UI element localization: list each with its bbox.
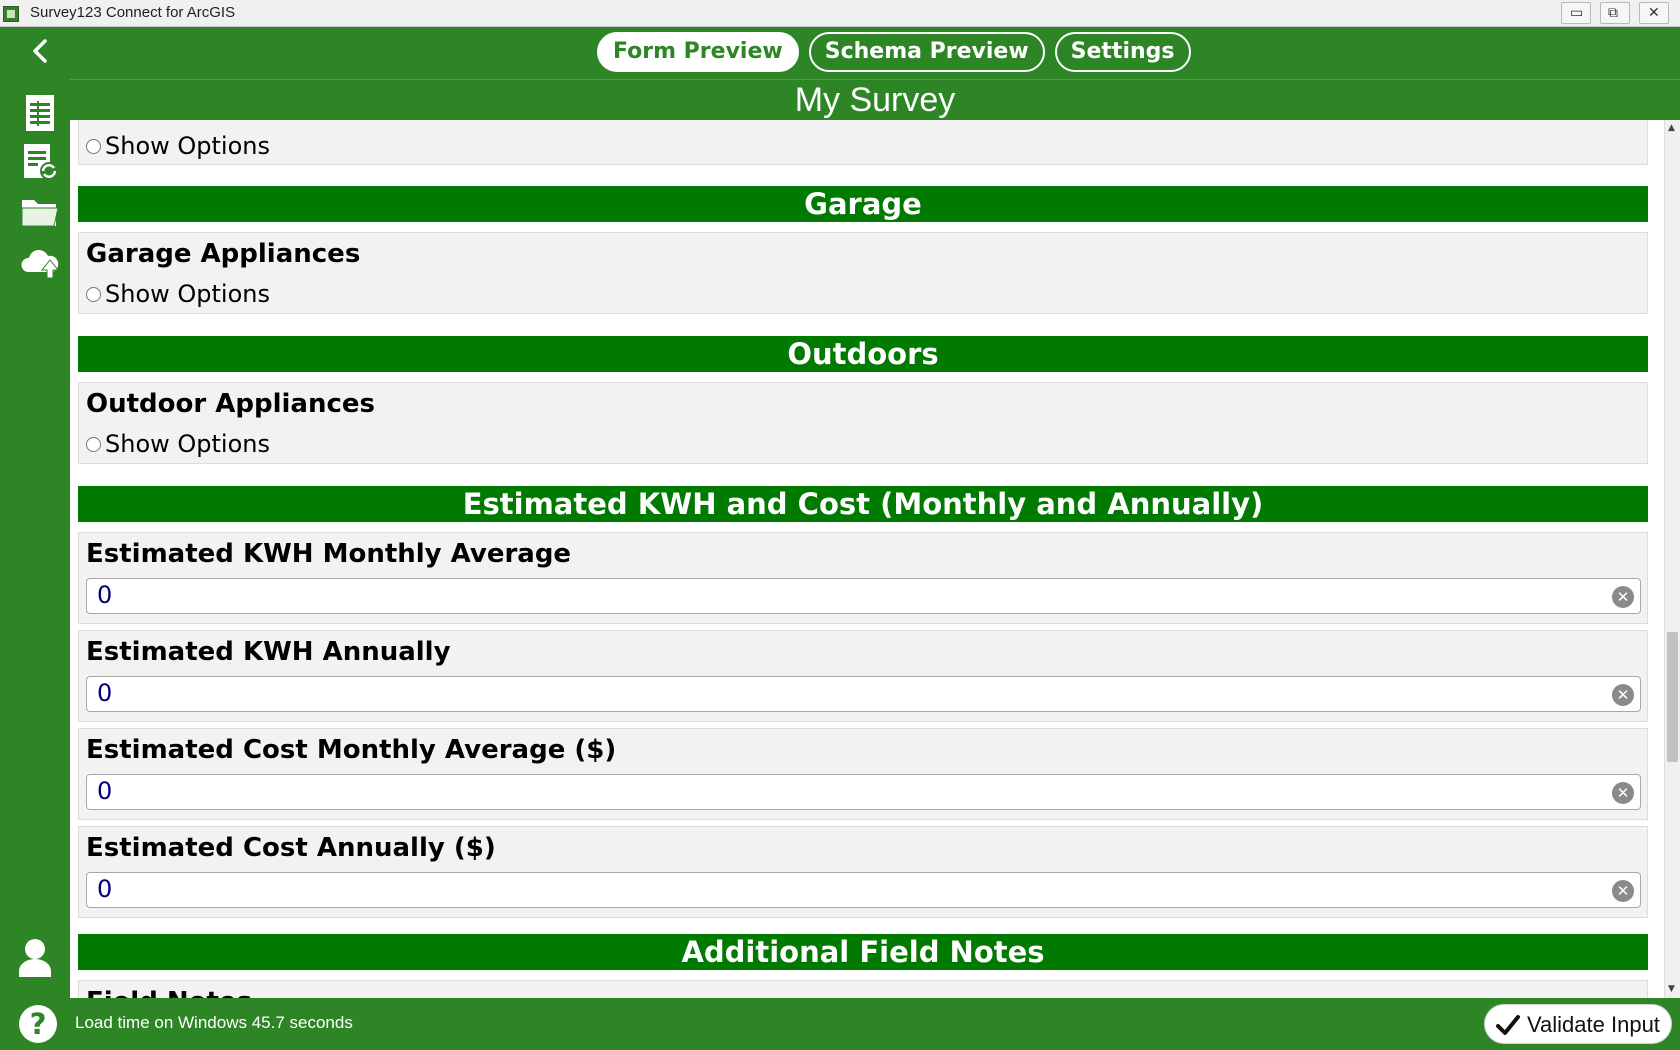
clear-circle-icon[interactable]: ✕ <box>1612 586 1634 608</box>
clear-circle-icon[interactable]: ✕ <box>1612 684 1634 706</box>
form-viewport: Show Options Garage Garage Appliances Sh… <box>70 120 1664 998</box>
minimize-button[interactable]: ▭ <box>1561 2 1591 24</box>
kwh-monthly-input[interactable]: 0 ✕ <box>86 578 1641 614</box>
question-label: Estimated Cost Annually ($) <box>86 833 496 863</box>
clear-circle-icon[interactable]: ✕ <box>1612 782 1634 804</box>
validate-input-label: Validate Input <box>1527 1012 1660 1037</box>
question-panel: Estimated Cost Annually ($) 0 ✕ <box>78 826 1648 918</box>
scroll-up-icon[interactable]: ▲ <box>1668 123 1675 133</box>
section-header: Additional Field Notes <box>78 934 1648 970</box>
app-logo-icon <box>3 6 19 22</box>
question-panel: Outdoor Appliances Show Options <box>78 382 1648 464</box>
user-icon[interactable] <box>17 937 53 979</box>
input-value: 0 <box>97 875 113 903</box>
question-panel: Estimated Cost Monthly Average ($) 0 ✕ <box>78 728 1648 820</box>
refresh-form-icon[interactable] <box>20 142 60 182</box>
show-options-radio[interactable]: Show Options <box>86 280 270 308</box>
question-panel: Field Notes <box>78 980 1648 998</box>
status-bar: ? Load time on Windows 45.7 seconds Vali… <box>0 998 1680 1050</box>
question-label: Outdoor Appliances <box>86 389 375 419</box>
radio-icon <box>86 286 101 302</box>
survey-title-bar: My Survey <box>70 79 1680 120</box>
survey-form-icon[interactable] <box>20 93 60 133</box>
show-options-radio[interactable]: Show Options <box>86 132 270 160</box>
question-label: Estimated Cost Monthly Average ($) <box>86 735 617 765</box>
cost-monthly-input[interactable]: 0 ✕ <box>86 774 1641 810</box>
back-arrow-icon[interactable] <box>26 36 56 66</box>
question-panel: Show Options <box>78 120 1648 165</box>
window-title-bar: Survey123 Connect for ArcGIS ▭ ⧉ ✕ <box>0 0 1680 27</box>
folder-icon[interactable] <box>20 192 60 232</box>
status-text: Load time on Windows 45.7 seconds <box>75 1013 353 1032</box>
vertical-scrollbar[interactable]: ▲ ▼ <box>1664 120 1680 998</box>
scroll-down-icon[interactable]: ▼ <box>1668 984 1675 994</box>
radio-icon <box>86 138 101 154</box>
restore-button[interactable]: ⧉ <box>1600 2 1630 24</box>
tab-schema-preview[interactable]: Schema Preview <box>808 32 1045 72</box>
input-value: 0 <box>97 679 113 707</box>
question-panel: Garage Appliances Show Options <box>78 232 1648 314</box>
question-panel: Estimated KWH Annually 0 ✕ <box>78 630 1648 722</box>
question-label: Estimated KWH Annually <box>86 637 451 667</box>
input-value: 0 <box>97 777 113 805</box>
section-header: Garage <box>78 186 1648 222</box>
survey-title: My Survey <box>794 81 956 119</box>
checkmark-icon <box>1496 1015 1520 1035</box>
show-options-radio[interactable]: Show Options <box>86 430 270 458</box>
window-title: Survey123 Connect for ArcGIS <box>30 4 236 21</box>
question-label: Garage Appliances <box>86 239 361 269</box>
help-icon[interactable]: ? <box>19 1005 57 1043</box>
tab-settings[interactable]: Settings <box>1054 32 1191 72</box>
tab-form-preview[interactable]: Form Preview <box>597 32 799 72</box>
section-header: Estimated KWH and Cost (Monthly and Annu… <box>78 486 1648 522</box>
tab-bar: Form Preview Schema Preview Settings <box>597 32 1191 74</box>
cloud-upload-icon[interactable] <box>20 242 60 282</box>
clear-circle-icon[interactable]: ✕ <box>1612 880 1634 902</box>
close-button[interactable]: ✕ <box>1639 2 1669 24</box>
question-label: Estimated KWH Monthly Average <box>86 539 572 569</box>
input-value: 0 <box>97 581 113 609</box>
question-label: Field Notes <box>86 987 252 998</box>
section-header: Outdoors <box>78 336 1648 372</box>
radio-icon <box>86 436 101 452</box>
validate-input-button[interactable]: Validate Input <box>1484 1004 1672 1044</box>
cost-annual-input[interactable]: 0 ✕ <box>86 872 1641 908</box>
kwh-annual-input[interactable]: 0 ✕ <box>86 676 1641 712</box>
scroll-thumb[interactable] <box>1667 632 1678 762</box>
question-panel: Estimated KWH Monthly Average 0 ✕ <box>78 532 1648 624</box>
